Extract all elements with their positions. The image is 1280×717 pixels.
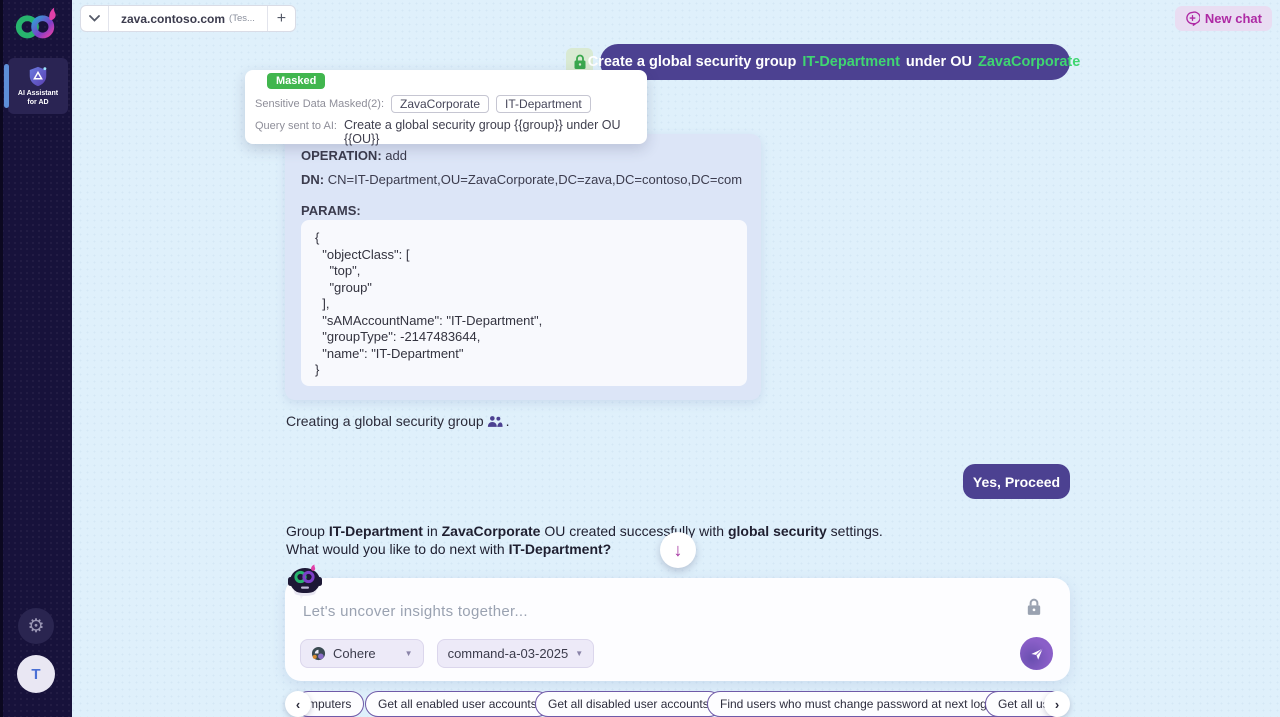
proceed-button[interactable]: Yes, Proceed [963,464,1070,499]
masked-data-row: Sensitive Data Masked(2): ZavaCorporate … [255,95,591,113]
operation-value: add [382,148,407,163]
user-message-bubble: Create a global security group IT-Depart… [600,44,1070,80]
lock-icon [573,54,587,70]
domain-name: zava.contoso.com [121,12,225,26]
dn-line: DN: CN=IT-Department,OU=ZavaCorporate,DC… [301,172,745,187]
model-dropdown[interactable]: command-a-03-2025 ▼ [437,639,595,668]
chevron-down-icon: ▼ [405,649,413,658]
sidebar: AI Assistant for AD ⚙ T [0,0,72,717]
chips-scroll-right-button[interactable]: › [1044,691,1070,717]
left-edge-strip [0,0,3,717]
active-indicator-bar [4,64,9,108]
model-name: command-a-03-2025 [448,646,569,661]
scroll-to-bottom-button[interactable]: ↓ [660,532,696,568]
result-text: What would you like to do next with [286,541,509,557]
assistant-status-line: Creating a global security group . [286,413,510,429]
query-label: Query sent to AI: [255,120,337,146]
chevron-left-icon: ‹ [296,697,300,712]
masked-count-label: Sensitive Data Masked(2): [255,98,384,110]
params-json-box: { "objectClass": [ "top", "group" ], "sA… [301,220,747,386]
suggestion-label: Get all enabled user accounts [378,697,537,711]
suggestion-chip[interactable]: Find users who must change password at n… [707,691,1013,717]
domain-tab-bar: zava.contoso.com (Tes... + [80,5,296,32]
result-text: settings. [827,523,883,539]
chat-input-card: Cohere ▼ command-a-03-2025 ▼ [285,578,1070,681]
new-chat-button[interactable]: New chat [1175,6,1272,31]
entity-ou-name: ZavaCorporate [978,54,1080,70]
arrow-down-icon: ↓ [674,540,683,561]
result-entity: ZavaCorporate [442,523,541,539]
assistant-bot-avatar [287,564,323,602]
entity-group-name: IT-Department [802,54,900,70]
input-lock-icon[interactable] [1026,598,1042,621]
send-button[interactable] [1020,637,1053,670]
plus-icon: + [277,10,286,28]
result-text: in [423,523,442,539]
result-text: Group [286,523,329,539]
shield-icon [27,65,49,87]
chat-input[interactable] [303,598,983,624]
settings-button[interactable]: ⚙ [18,608,54,644]
suggestion-chip[interactable]: Get all disabled user accounts [535,691,722,717]
suggestion-label: Get all disabled user accounts [548,697,709,711]
result-entity: IT-Department [329,523,423,539]
domain-tab[interactable]: zava.contoso.com (Tes... [109,6,267,31]
operation-label: OPERATION: [301,148,382,163]
send-icon [1029,646,1045,662]
suggestion-label: Find users who must change password at n… [720,697,1000,711]
chevron-down-icon: ▼ [575,649,583,658]
new-chat-icon [1185,11,1200,26]
avatar-letter: T [31,666,40,683]
params-json: { "objectClass": [ "top", "group" ], "sA… [315,230,733,379]
assistant-result-message: Group IT-Department in ZavaCorporate OU … [286,523,926,558]
app-logo-icon [13,5,59,41]
suggestion-label: mputers [308,697,351,711]
params-line: PARAMS: [301,203,745,218]
query-text: Create a global security group {{group}}… [344,118,624,146]
cohere-logo-icon [311,646,326,661]
domain-suffix: (Tes... [229,13,255,24]
masked-value-chip: IT-Department [496,95,591,113]
dn-label: DN: [301,172,324,187]
masked-badge: Masked [267,73,325,89]
params-label: PARAMS: [301,203,361,218]
user-message-text: under OU [906,54,972,70]
app-window: AI Assistant for AD ⚙ T zava.contoso.com… [0,0,1280,717]
query-sent-row: Query sent to AI: Create a global securi… [255,118,624,146]
operation-details-card: OPERATION: add DN: CN=IT-Department,OU=Z… [285,134,761,400]
gear-icon: ⚙ [27,617,44,636]
masked-tooltip: Masked Sensitive Data Masked(2): ZavaCor… [245,70,647,144]
proceed-button-label: Yes, Proceed [973,474,1060,490]
masked-value-chip: ZavaCorporate [391,95,489,113]
result-entity: IT-Department? [509,541,612,557]
domain-dropdown-button[interactable] [81,6,109,31]
model-selector-row: Cohere ▼ command-a-03-2025 ▼ [300,639,594,668]
chevron-right-icon: › [1055,697,1059,712]
operation-line: OPERATION: add [301,148,745,163]
status-text-period: . [506,413,510,429]
chevron-down-icon [89,15,100,22]
add-domain-button[interactable]: + [267,6,295,31]
provider-name: Cohere [333,646,376,661]
suggestion-chip[interactable]: Get all enabled user accounts [365,691,550,717]
user-message-text: Create a global security group [588,54,797,70]
provider-dropdown[interactable]: Cohere ▼ [300,639,424,668]
user-avatar[interactable]: T [17,655,55,693]
new-chat-label: New chat [1205,11,1262,26]
result-text: OU created successfully with [540,523,728,539]
chips-scroll-left-button[interactable]: ‹ [285,691,311,717]
dn-value: CN=IT-Department,OU=ZavaCorporate,DC=zav… [324,172,742,187]
sidebar-item-ai-assistant[interactable]: AI Assistant for AD [8,58,68,114]
status-text: Creating a global security group [286,413,484,429]
result-entity: global security [728,523,827,539]
group-people-icon [487,415,503,428]
suggestion-chips-row: mputers Get all enabled user accounts Ge… [285,691,1070,717]
sidebar-item-label: AI Assistant for AD [18,89,58,107]
